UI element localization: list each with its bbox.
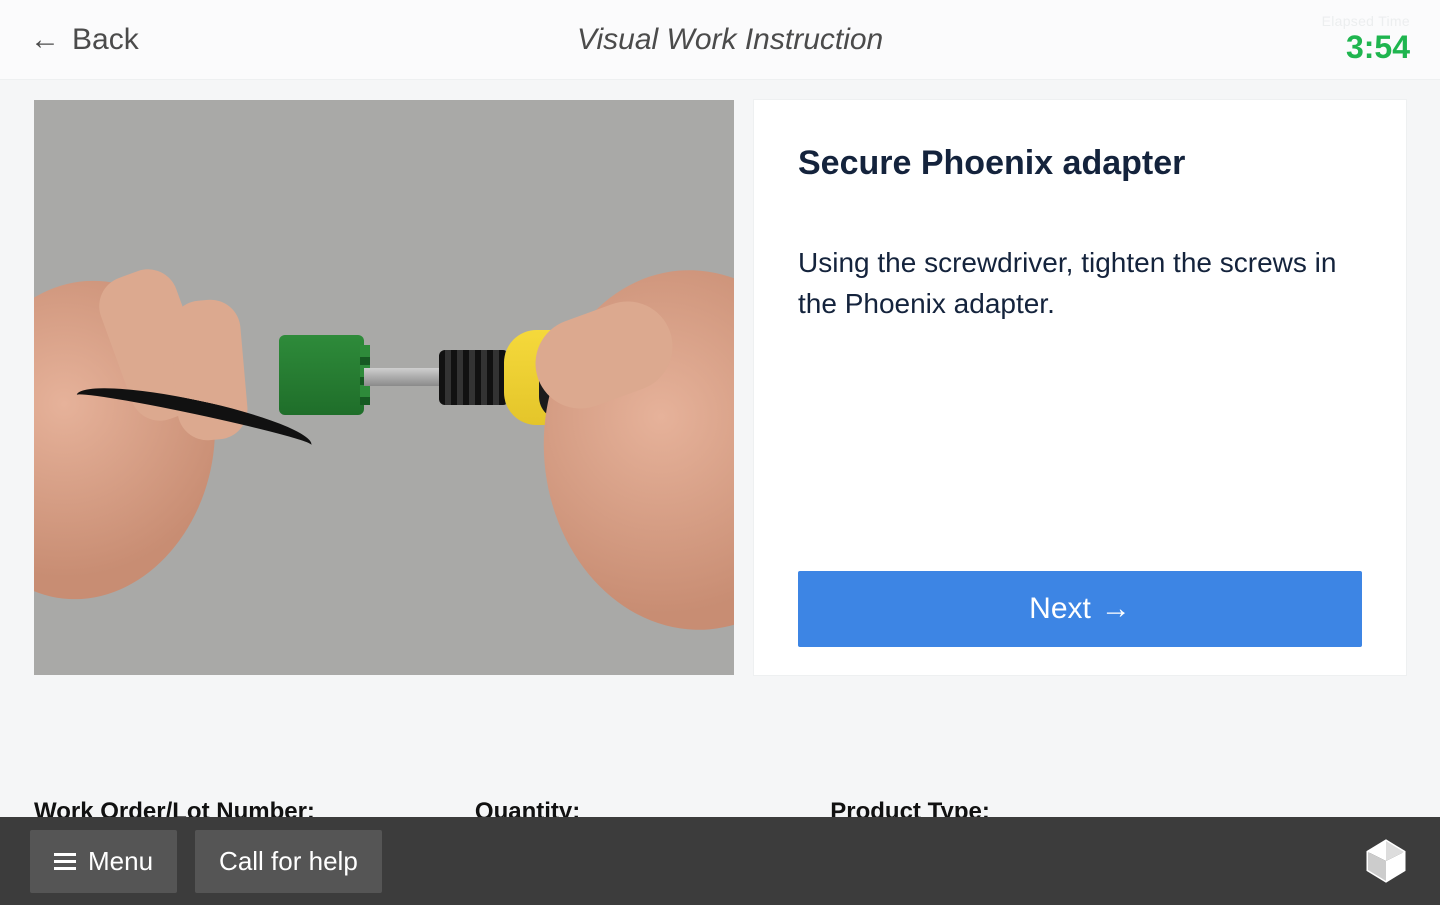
timer: Elapsed Time 3:54 <box>1322 13 1410 66</box>
call-for-help-button[interactable]: Call for help <box>195 830 382 893</box>
step-body: Using the screwdriver, tighten the screw… <box>798 243 1362 571</box>
brand-icon <box>1362 837 1410 885</box>
header: ← Back Visual Work Instruction Elapsed T… <box>0 0 1440 80</box>
next-button[interactable]: Next → <box>798 571 1362 647</box>
timer-label: Elapsed Time <box>1322 13 1410 29</box>
menu-button[interactable]: Menu <box>30 830 177 893</box>
instruction-photo: ››› <box>34 100 734 675</box>
page-title: Visual Work Instruction <box>577 23 883 57</box>
back-label: Back <box>72 23 139 57</box>
content: ››› Secure Phoenix adapter Using the scr… <box>0 80 1440 780</box>
arrow-right-icon: → <box>1101 592 1131 626</box>
arrow-left-icon: ← <box>30 25 60 55</box>
next-label: Next <box>1029 592 1091 626</box>
footer: Menu Call for help <box>0 817 1440 905</box>
timer-value: 3:54 <box>1346 29 1410 66</box>
menu-label: Menu <box>88 846 153 877</box>
back-button[interactable]: ← Back <box>30 23 139 57</box>
instruction-panel: Secure Phoenix adapter Using the screwdr… <box>754 100 1406 675</box>
menu-icon <box>54 849 76 874</box>
step-title: Secure Phoenix adapter <box>798 144 1362 183</box>
help-label: Call for help <box>219 846 358 877</box>
